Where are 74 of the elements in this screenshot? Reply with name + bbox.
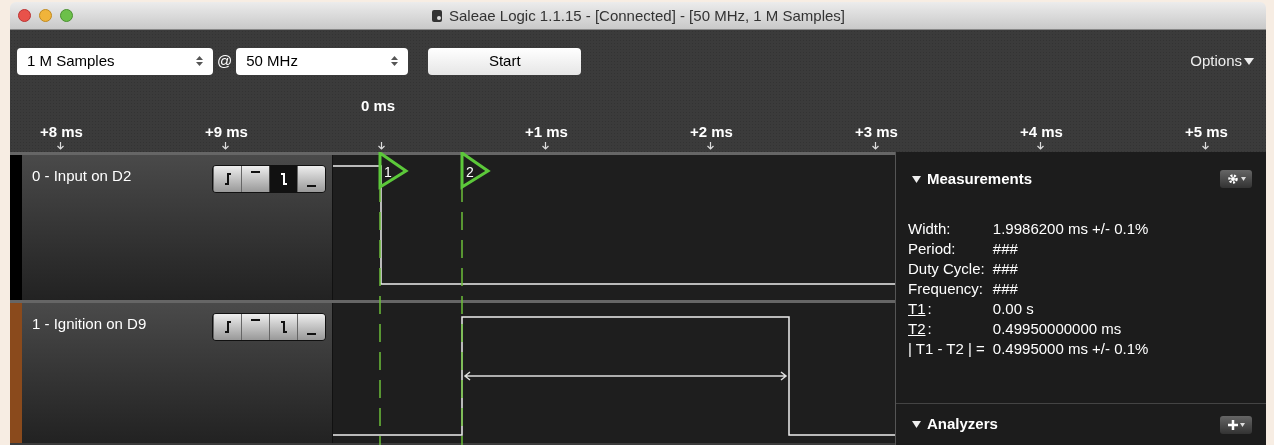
time-label: +1 ms xyxy=(525,124,568,140)
time-label: +5 ms xyxy=(1185,124,1228,140)
time-label: +2 ms xyxy=(690,124,733,140)
measurement-value: ### xyxy=(992,278,1019,299)
tick-arrow-icon xyxy=(1202,142,1209,150)
rate-dropdown[interactable]: 50 MHz xyxy=(236,47,409,75)
measurement-label: Width: xyxy=(908,218,952,239)
gear-icon xyxy=(1226,173,1239,186)
section-title: Measurements xyxy=(927,169,1033,189)
plus-icon xyxy=(1227,419,1238,430)
measurement-value: ### xyxy=(992,238,1019,259)
label-colon: : xyxy=(927,298,932,319)
time-label: 0 ms xyxy=(361,98,396,114)
measurement-value: ### xyxy=(992,258,1019,279)
measurement-value: 0.4995000 ms +/- 0.1% xyxy=(992,338,1150,359)
tick-arrow-icon xyxy=(542,142,549,150)
at-sign: @ xyxy=(217,50,233,71)
tick-arrow-icon xyxy=(57,142,64,150)
trigger-button[interactable] xyxy=(241,314,269,340)
tick-arrow-icon xyxy=(222,142,229,150)
channel-name: 1 - Ignition on D9 xyxy=(32,314,147,334)
trigger-button[interactable] xyxy=(269,314,297,340)
tick-arrow-icon xyxy=(378,142,385,150)
trigger-button[interactable] xyxy=(213,166,241,192)
trigger-button[interactable] xyxy=(269,166,297,192)
falling-edge-icon xyxy=(279,173,288,185)
high-edge-icon xyxy=(251,319,260,321)
trigger-button[interactable] xyxy=(241,166,269,192)
falling-edge-icon xyxy=(279,321,288,333)
caret-icon xyxy=(1244,57,1254,65)
zoom-button[interactable] xyxy=(60,9,73,22)
stepper-icon xyxy=(391,55,399,67)
measurement-value: 0.00 s xyxy=(992,298,1035,319)
marker-flag[interactable]: 2 xyxy=(460,152,491,190)
settings-button[interactable] xyxy=(1220,170,1252,189)
collapse-triangle-icon[interactable] xyxy=(912,175,921,183)
start-button[interactable]: Start xyxy=(428,47,582,75)
tick-arrow-icon xyxy=(707,142,714,150)
measurement-label: Frequency: xyxy=(908,278,985,299)
tick-arrow-icon xyxy=(1037,142,1044,150)
label-colon: : xyxy=(927,318,932,339)
measurement-value: 1.9986200 ms +/- 0.1% xyxy=(992,218,1150,239)
rising-edge-icon xyxy=(223,173,232,185)
time-label: +8 ms xyxy=(40,124,83,140)
marker-link[interactable]: T1 xyxy=(908,298,928,319)
marker-link[interactable]: T2 xyxy=(908,318,928,339)
rising-edge-icon xyxy=(223,321,232,333)
time-label: +9 ms xyxy=(205,124,248,140)
measurement-value: 0.49950000000 ms xyxy=(992,318,1123,339)
caret-icon xyxy=(1240,177,1246,182)
time-label: +4 ms xyxy=(1020,124,1063,140)
measurement-label: | T1 - T2 | = xyxy=(908,338,986,359)
app-icon xyxy=(430,9,443,23)
measurement-label: Duty Cycle: xyxy=(908,258,986,279)
high-edge-icon xyxy=(251,171,260,173)
caret-icon xyxy=(1239,422,1245,427)
trigger-button[interactable] xyxy=(213,314,241,340)
collapse-triangle-icon[interactable] xyxy=(912,421,921,428)
tick-arrow-icon xyxy=(872,142,879,150)
window-title: Saleae Logic 1.1.15 - [Connected] - [50 MHz, 1 M Samples] xyxy=(448,5,845,26)
low-edge-icon xyxy=(307,185,316,187)
channel-name: 0 - Input on D2 xyxy=(32,166,132,186)
section-title: Analyzers xyxy=(927,414,998,435)
time-label: +3 ms xyxy=(855,124,898,140)
trigger-button[interactable] xyxy=(297,166,325,192)
add-analyzer-button[interactable] xyxy=(1220,415,1252,434)
close-button[interactable] xyxy=(18,9,31,22)
marker-flag[interactable]: 1 xyxy=(378,152,409,190)
samples-dropdown[interactable]: 1 M Samples xyxy=(17,47,213,75)
measurement-label: Period: xyxy=(908,238,957,259)
options-menu[interactable]: Options xyxy=(1190,49,1254,73)
low-edge-icon xyxy=(307,333,316,335)
trigger-button[interactable] xyxy=(297,314,325,340)
stepper-icon xyxy=(196,55,203,67)
